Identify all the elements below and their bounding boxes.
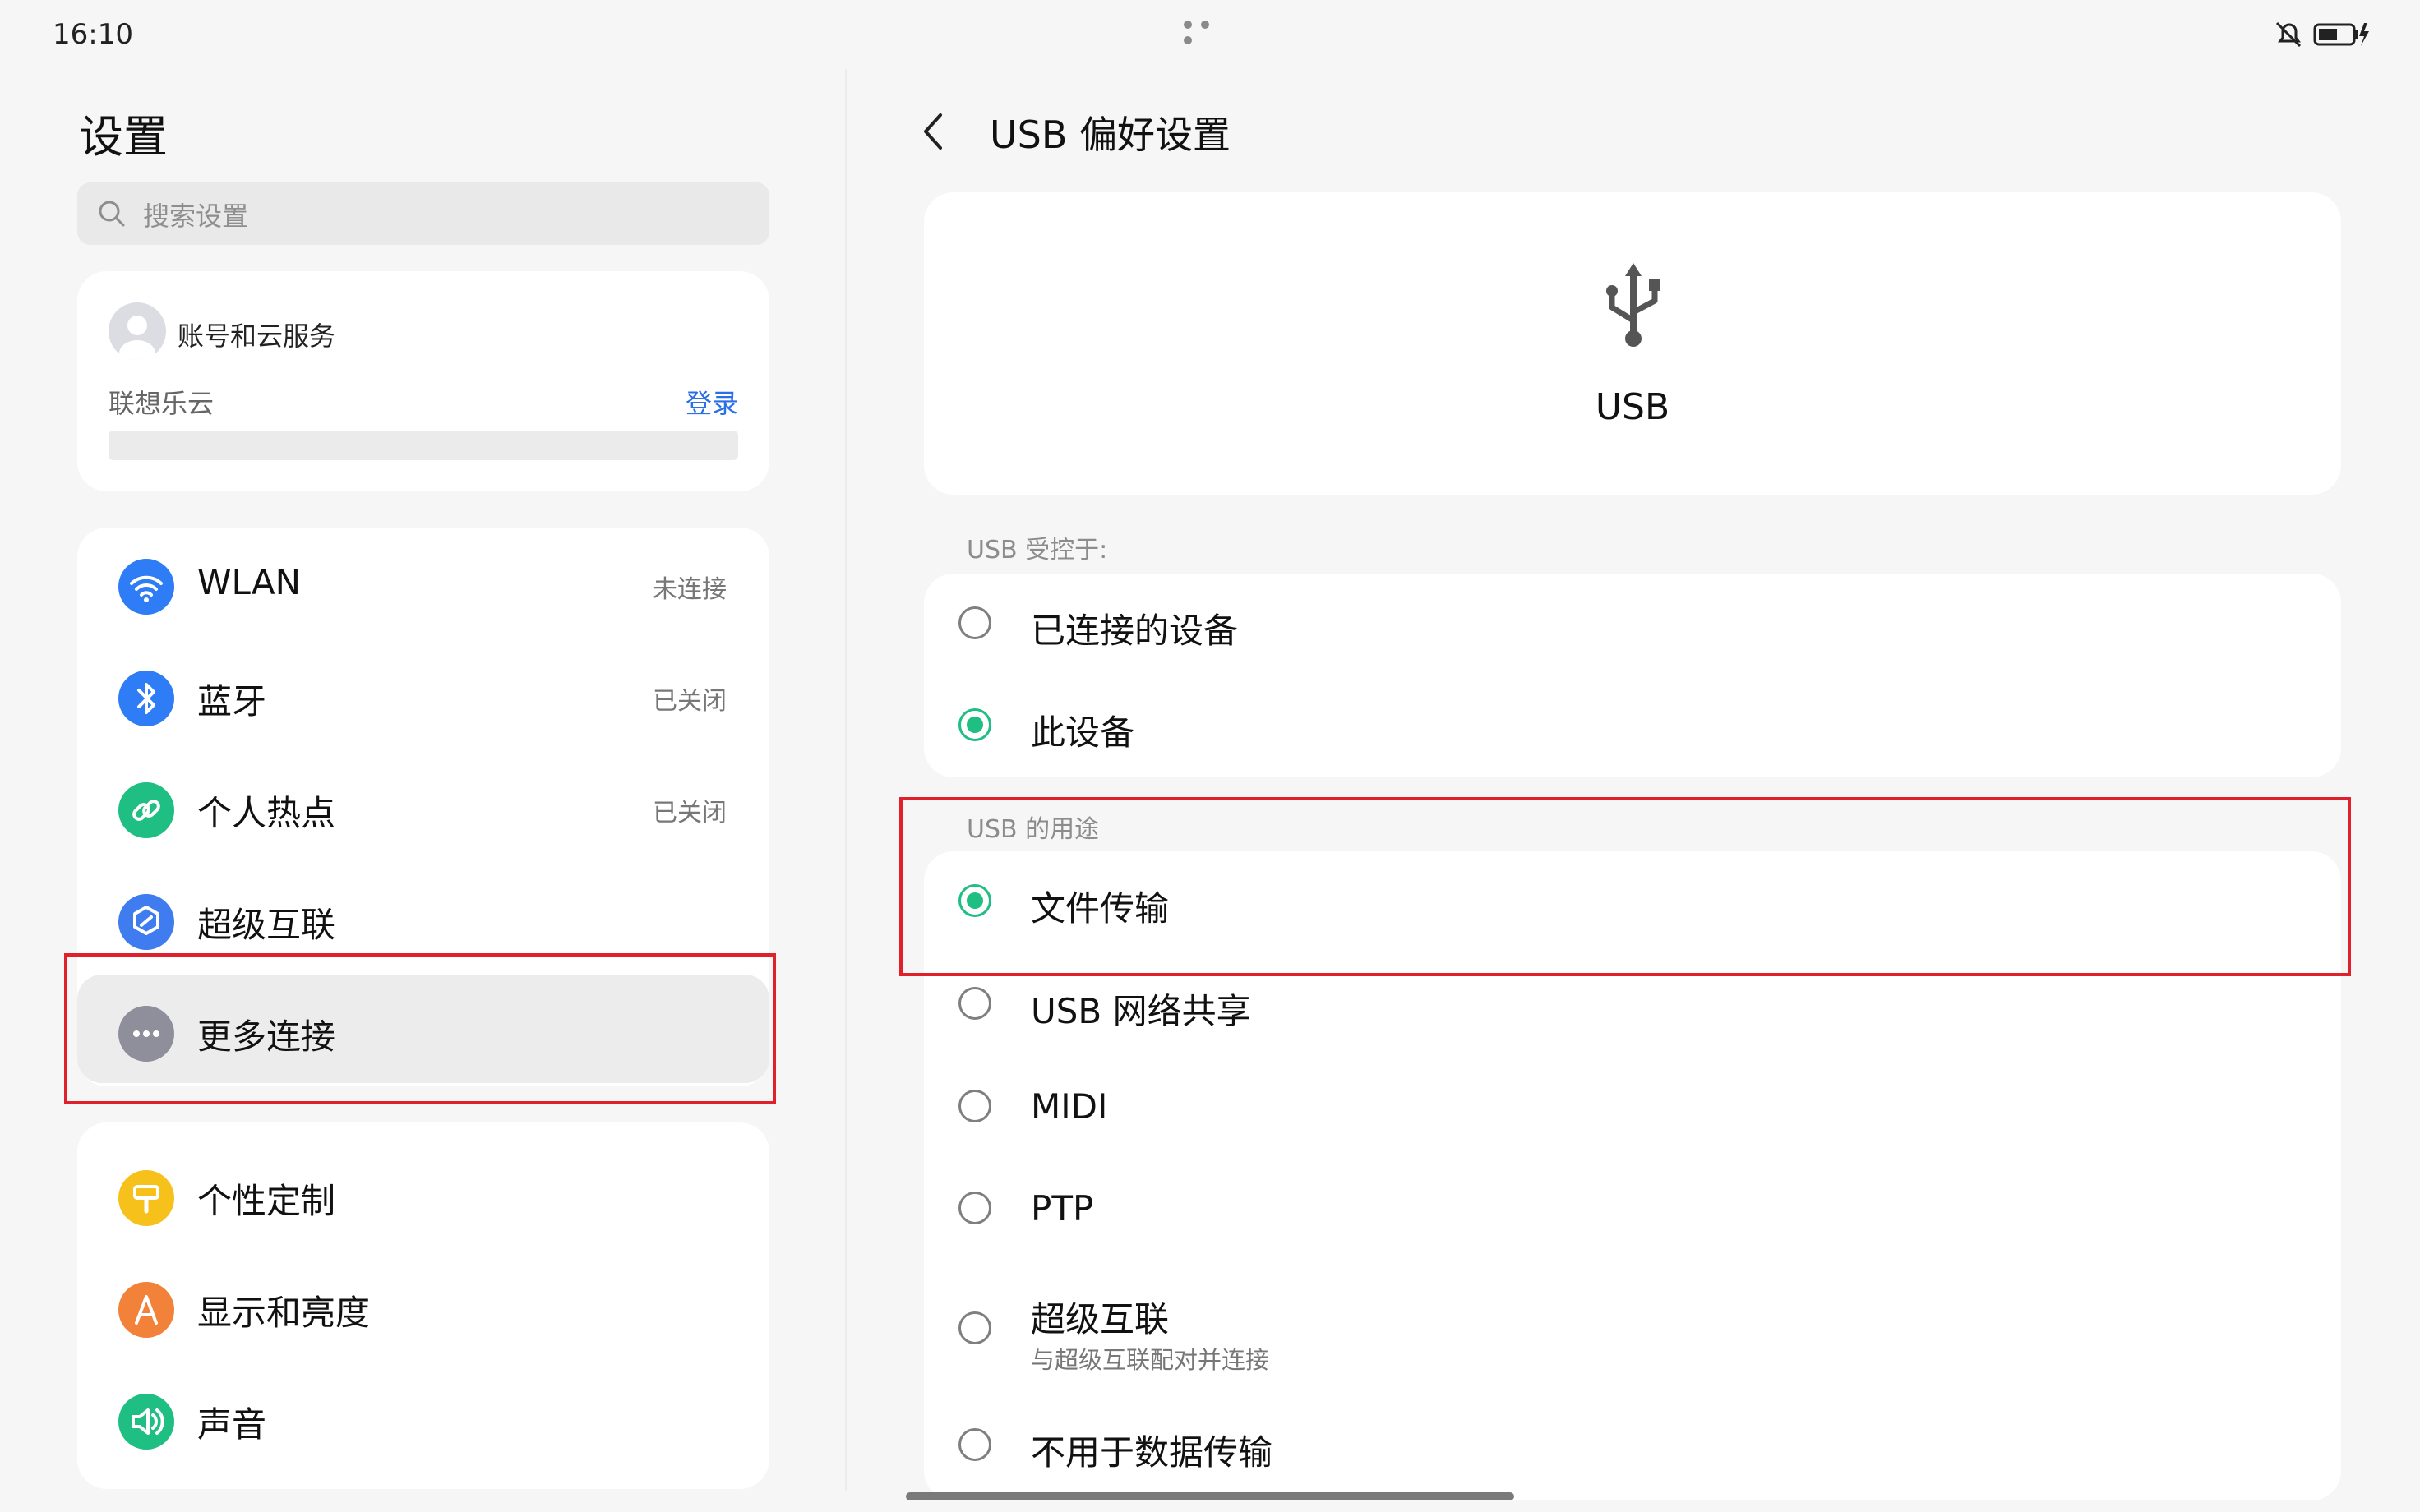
settings-item-sound[interactable]: 声音 <box>77 1362 769 1471</box>
search-icon <box>99 201 125 227</box>
radio-button[interactable] <box>958 1311 991 1344</box>
controlled-by-card: 已连接的设备 此设备 <box>924 574 2341 777</box>
account-title: 账号和云服务 <box>178 320 336 352</box>
settings-item-label: 个人热点 <box>197 793 336 833</box>
radio-label: 不用于数据传输 <box>1031 1432 1273 1473</box>
radio-button[interactable] <box>958 1192 991 1224</box>
multitask-dots-icon[interactable] <box>1184 16 1235 44</box>
mute-bell-icon <box>2275 21 2369 48</box>
status-icons <box>2272 18 2371 51</box>
radio-button[interactable] <box>958 1428 991 1461</box>
settings-item-customize[interactable]: 个性定制 <box>77 1139 769 1247</box>
cloud-storage-bar <box>109 431 738 460</box>
highlight-box-file-transfer <box>899 797 2351 976</box>
usb-icon <box>1606 263 1660 347</box>
radio-option-this-device[interactable]: 此设备 <box>924 675 2341 777</box>
settings-item-label: 显示和亮度 <box>197 1293 371 1333</box>
radio-label: USB 网络共享 <box>1031 991 1251 1031</box>
usb-preferences-title: USB 偏好设置 <box>990 113 1231 157</box>
radio-option-ptp[interactable]: PTP <box>924 1159 2341 1261</box>
display-icon <box>118 1282 174 1338</box>
cloud-label: 联想乐云 <box>109 388 215 419</box>
super-link-icon <box>118 894 174 950</box>
hotspot-icon <box>118 782 174 838</box>
search-input[interactable]: 搜索设置 <box>77 182 769 245</box>
radio-button[interactable] <box>958 1090 991 1122</box>
radio-sublabel: 与超级互联配对并连接 <box>1031 1346 1270 1374</box>
settings-item-label: 超级互联 <box>197 905 336 945</box>
login-link[interactable]: 登录 <box>686 383 738 421</box>
settings-item-bluetooth[interactable]: 蓝牙 已关闭 <box>77 639 769 748</box>
settings-item-status: 已关闭 <box>653 687 727 716</box>
account-card[interactable]: 账号和云服务 联想乐云 登录 <box>77 271 769 491</box>
settings-item-hotspot[interactable]: 个人热点 已关闭 <box>77 751 769 860</box>
radio-button[interactable] <box>958 606 991 639</box>
settings-item-display[interactable]: 显示和亮度 <box>77 1251 769 1359</box>
search-placeholder: 搜索设置 <box>143 201 249 232</box>
customize-icon <box>118 1170 174 1226</box>
usb-label: USB <box>1595 386 1670 428</box>
user-icon <box>119 316 155 360</box>
status-time: 16:10 <box>53 18 133 51</box>
page-title: 设置 <box>79 111 168 163</box>
settings-item-label: 蓝牙 <box>197 681 267 721</box>
radio-button[interactable] <box>958 987 991 1020</box>
home-indicator[interactable] <box>906 1492 1514 1500</box>
radio-label: 已连接的设备 <box>1031 611 1239 651</box>
bluetooth-icon <box>118 671 174 726</box>
radio-button-selected[interactable] <box>958 708 991 741</box>
highlight-box-more-connections <box>64 953 776 1104</box>
radio-label: 超级互联 <box>1031 1299 1170 1339</box>
settings-item-label: 声音 <box>197 1404 267 1445</box>
radio-label: PTP <box>1031 1188 1094 1228</box>
settings-item-status: 已关闭 <box>653 799 727 827</box>
usb-header-card: USB <box>924 192 2341 495</box>
personal-card: 个性定制 显示和亮度 声音 <box>77 1122 769 1489</box>
radio-option-midi[interactable]: MIDI <box>924 1057 2341 1159</box>
radio-label: 此设备 <box>1031 712 1135 753</box>
controlled-by-label: USB 受控于: <box>967 536 1108 565</box>
settings-item-label: 个性定制 <box>197 1181 336 1221</box>
back-arrow-icon[interactable] <box>916 110 952 153</box>
sound-icon <box>118 1394 174 1450</box>
radio-option-super-link[interactable]: 超级互联 与超级互联配对并连接 <box>924 1262 2341 1385</box>
radio-option-no-data-transfer[interactable]: 不用于数据传输 <box>924 1395 2341 1497</box>
wifi-icon <box>118 559 174 615</box>
radio-option-connected-device[interactable]: 已连接的设备 <box>924 574 2341 675</box>
settings-item-wlan[interactable]: WLAN 未连接 <box>77 528 769 636</box>
avatar[interactable] <box>109 302 166 360</box>
panel-divider <box>845 69 847 1491</box>
settings-item-status: 未连接 <box>653 575 727 604</box>
settings-item-label: WLAN <box>197 562 302 602</box>
radio-label: MIDI <box>1031 1086 1108 1127</box>
